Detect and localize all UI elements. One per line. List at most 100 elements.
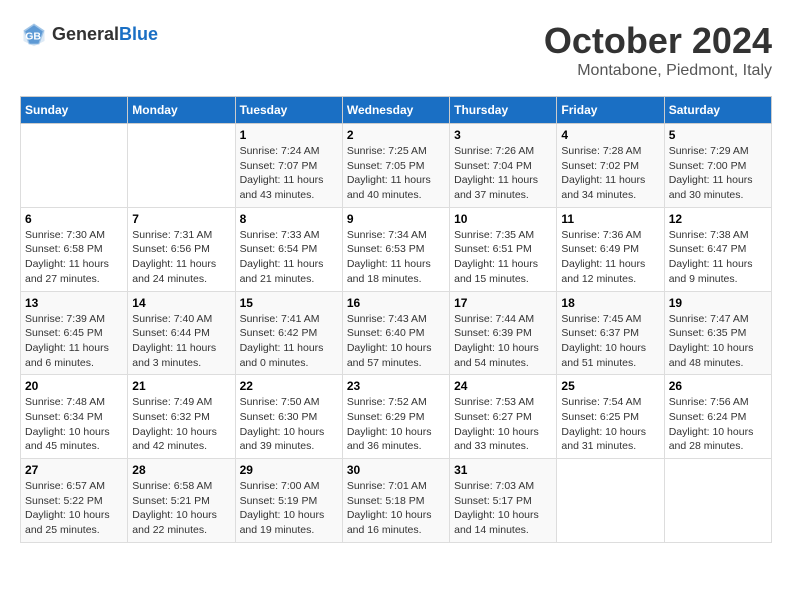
day-number: 31 bbox=[454, 463, 552, 477]
calendar-cell: 15 Sunrise: 7:41 AMSunset: 6:42 PMDayligh… bbox=[235, 291, 342, 375]
day-number: 22 bbox=[240, 379, 338, 393]
day-info: Sunrise: 6:58 AMSunset: 5:21 PMDaylight:… bbox=[132, 479, 230, 538]
day-info: Sunrise: 6:57 AMSunset: 5:22 PMDaylight:… bbox=[25, 479, 123, 538]
day-info: Sunrise: 7:36 AMSunset: 6:49 PMDaylight:… bbox=[561, 228, 659, 287]
calendar-cell: 4 Sunrise: 7:28 AMSunset: 7:02 PMDaylight… bbox=[557, 124, 664, 208]
day-number: 28 bbox=[132, 463, 230, 477]
calendar-cell: 22 Sunrise: 7:50 AMSunset: 6:30 PMDayligh… bbox=[235, 375, 342, 459]
day-number: 18 bbox=[561, 296, 659, 310]
day-info: Sunrise: 7:39 AMSunset: 6:45 PMDaylight:… bbox=[25, 312, 123, 371]
calendar-cell: 28 Sunrise: 6:58 AMSunset: 5:21 PMDayligh… bbox=[128, 459, 235, 543]
calendar-cell: 12Sunrise: 7:38 AMSunset: 6:47 PMDayligh… bbox=[664, 207, 771, 291]
weekday-header: Sunday bbox=[21, 97, 128, 124]
calendar-cell: 20 Sunrise: 7:48 AMSunset: 6:34 PMDayligh… bbox=[21, 375, 128, 459]
month-title: October 2024 bbox=[544, 20, 772, 62]
weekday-header: Tuesday bbox=[235, 97, 342, 124]
calendar-week-row: 1 Sunrise: 7:24 AMSunset: 7:07 PMDaylight… bbox=[21, 124, 772, 208]
day-info: Sunrise: 7:01 AMSunset: 5:18 PMDaylight:… bbox=[347, 479, 445, 538]
day-info: Sunrise: 7:34 AMSunset: 6:53 PMDaylight:… bbox=[347, 228, 445, 287]
calendar-cell: 30 Sunrise: 7:01 AMSunset: 5:18 PMDayligh… bbox=[342, 459, 449, 543]
day-info: Sunrise: 7:35 AMSunset: 6:51 PMDaylight:… bbox=[454, 228, 552, 287]
weekday-header: Thursday bbox=[450, 97, 557, 124]
logo-general: General bbox=[52, 24, 119, 44]
day-info: Sunrise: 7:54 AMSunset: 6:25 PMDaylight:… bbox=[561, 395, 659, 454]
day-number: 9 bbox=[347, 212, 445, 226]
calendar-cell: 31 Sunrise: 7:03 AMSunset: 5:17 PMDayligh… bbox=[450, 459, 557, 543]
day-info: Sunrise: 7:28 AMSunset: 7:02 PMDaylight:… bbox=[561, 144, 659, 203]
day-info: Sunrise: 7:48 AMSunset: 6:34 PMDaylight:… bbox=[25, 395, 123, 454]
day-number: 13 bbox=[25, 296, 123, 310]
calendar-cell: 27 Sunrise: 6:57 AMSunset: 5:22 PMDayligh… bbox=[21, 459, 128, 543]
calendar-cell bbox=[21, 124, 128, 208]
day-number: 11 bbox=[561, 212, 659, 226]
calendar-cell: 16 Sunrise: 7:43 AMSunset: 6:40 PMDayligh… bbox=[342, 291, 449, 375]
day-number: 15 bbox=[240, 296, 338, 310]
day-number: 29 bbox=[240, 463, 338, 477]
weekday-header: Friday bbox=[557, 97, 664, 124]
weekday-header: Saturday bbox=[664, 97, 771, 124]
weekday-header: Wednesday bbox=[342, 97, 449, 124]
day-number: 1 bbox=[240, 128, 338, 142]
calendar-week-row: 27 Sunrise: 6:57 AMSunset: 5:22 PMDayligh… bbox=[21, 459, 772, 543]
weekday-header: Monday bbox=[128, 97, 235, 124]
calendar-week-row: 20 Sunrise: 7:48 AMSunset: 6:34 PMDayligh… bbox=[21, 375, 772, 459]
svg-text:GB: GB bbox=[25, 30, 41, 42]
day-number: 14 bbox=[132, 296, 230, 310]
day-number: 2 bbox=[347, 128, 445, 142]
logo-blue: Blue bbox=[119, 24, 158, 44]
day-info: Sunrise: 7:56 AMSunset: 6:24 PMDaylight:… bbox=[669, 395, 767, 454]
calendar-cell: 26 Sunrise: 7:56 AMSunset: 6:24 PMDayligh… bbox=[664, 375, 771, 459]
calendar-cell: 8 Sunrise: 7:33 AMSunset: 6:54 PMDaylight… bbox=[235, 207, 342, 291]
location-title: Montabone, Piedmont, Italy bbox=[544, 62, 772, 80]
day-info: Sunrise: 7:44 AMSunset: 6:39 PMDaylight:… bbox=[454, 312, 552, 371]
logo: GB GeneralBlue bbox=[20, 20, 158, 48]
day-number: 25 bbox=[561, 379, 659, 393]
day-number: 21 bbox=[132, 379, 230, 393]
calendar-cell: 2 Sunrise: 7:25 AMSunset: 7:05 PMDaylight… bbox=[342, 124, 449, 208]
calendar-cell: 21Sunrise: 7:49 AMSunset: 6:32 PMDayligh… bbox=[128, 375, 235, 459]
day-info: Sunrise: 7:45 AMSunset: 6:37 PMDaylight:… bbox=[561, 312, 659, 371]
day-number: 7 bbox=[132, 212, 230, 226]
day-info: Sunrise: 7:26 AMSunset: 7:04 PMDaylight:… bbox=[454, 144, 552, 203]
day-number: 24 bbox=[454, 379, 552, 393]
calendar-cell: 11 Sunrise: 7:36 AMSunset: 6:49 PMDayligh… bbox=[557, 207, 664, 291]
calendar-cell: 1 Sunrise: 7:24 AMSunset: 7:07 PMDaylight… bbox=[235, 124, 342, 208]
calendar-cell: 9 Sunrise: 7:34 AMSunset: 6:53 PMDaylight… bbox=[342, 207, 449, 291]
day-info: Sunrise: 7:00 AMSunset: 5:19 PMDaylight:… bbox=[240, 479, 338, 538]
day-number: 6 bbox=[25, 212, 123, 226]
day-number: 3 bbox=[454, 128, 552, 142]
day-number: 5 bbox=[669, 128, 767, 142]
calendar-cell: 18 Sunrise: 7:45 AMSunset: 6:37 PMDayligh… bbox=[557, 291, 664, 375]
calendar-cell: 6Sunrise: 7:30 AMSunset: 6:58 PMDaylight… bbox=[21, 207, 128, 291]
calendar-cell: 23Sunrise: 7:52 AMSunset: 6:29 PMDayligh… bbox=[342, 375, 449, 459]
calendar-cell: 3 Sunrise: 7:26 AMSunset: 7:04 PMDaylight… bbox=[450, 124, 557, 208]
day-info: Sunrise: 7:33 AMSunset: 6:54 PMDaylight:… bbox=[240, 228, 338, 287]
day-number: 12 bbox=[669, 212, 767, 226]
day-number: 16 bbox=[347, 296, 445, 310]
calendar-week-row: 6Sunrise: 7:30 AMSunset: 6:58 PMDaylight… bbox=[21, 207, 772, 291]
day-info: Sunrise: 7:43 AMSunset: 6:40 PMDaylight:… bbox=[347, 312, 445, 371]
day-number: 8 bbox=[240, 212, 338, 226]
calendar-table: SundayMondayTuesdayWednesdayThursdayFrid… bbox=[20, 96, 772, 543]
calendar-cell: 25 Sunrise: 7:54 AMSunset: 6:25 PMDayligh… bbox=[557, 375, 664, 459]
calendar-cell: 5Sunrise: 7:29 AMSunset: 7:00 PMDaylight… bbox=[664, 124, 771, 208]
day-number: 19 bbox=[669, 296, 767, 310]
calendar-cell bbox=[128, 124, 235, 208]
day-info: Sunrise: 7:31 AMSunset: 6:56 PMDaylight:… bbox=[132, 228, 230, 287]
calendar-cell: 29 Sunrise: 7:00 AMSunset: 5:19 PMDayligh… bbox=[235, 459, 342, 543]
day-info: Sunrise: 7:50 AMSunset: 6:30 PMDaylight:… bbox=[240, 395, 338, 454]
title-block: October 2024 Montabone, Piedmont, Italy bbox=[544, 20, 772, 80]
day-number: 30 bbox=[347, 463, 445, 477]
day-number: 4 bbox=[561, 128, 659, 142]
day-info: Sunrise: 7:25 AMSunset: 7:05 PMDaylight:… bbox=[347, 144, 445, 203]
calendar-cell: 17Sunrise: 7:44 AMSunset: 6:39 PMDayligh… bbox=[450, 291, 557, 375]
day-number: 27 bbox=[25, 463, 123, 477]
calendar-cell: 10Sunrise: 7:35 AMSunset: 6:51 PMDayligh… bbox=[450, 207, 557, 291]
day-info: Sunrise: 7:03 AMSunset: 5:17 PMDaylight:… bbox=[454, 479, 552, 538]
day-info: Sunrise: 7:53 AMSunset: 6:27 PMDaylight:… bbox=[454, 395, 552, 454]
day-info: Sunrise: 7:41 AMSunset: 6:42 PMDaylight:… bbox=[240, 312, 338, 371]
calendar-cell bbox=[557, 459, 664, 543]
day-number: 26 bbox=[669, 379, 767, 393]
day-info: Sunrise: 7:24 AMSunset: 7:07 PMDaylight:… bbox=[240, 144, 338, 203]
day-number: 20 bbox=[25, 379, 123, 393]
